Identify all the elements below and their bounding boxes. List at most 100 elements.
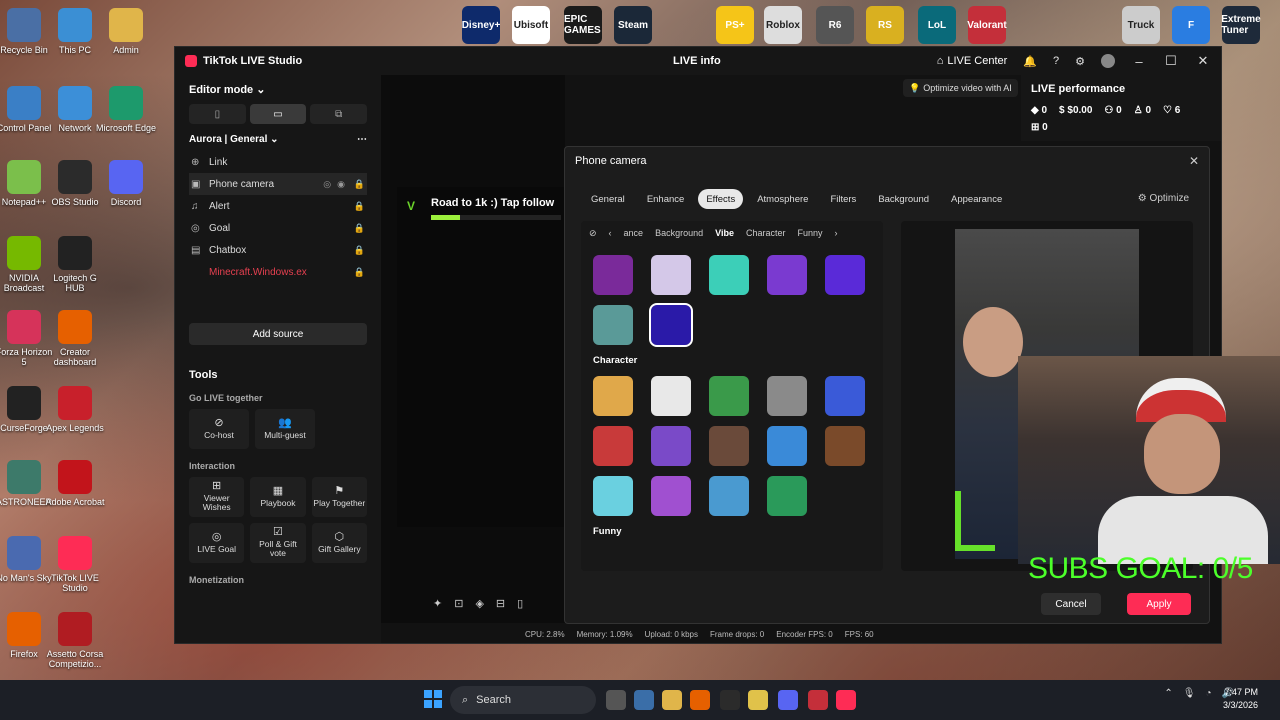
apply-button[interactable]: Apply <box>1127 593 1191 615</box>
effect-thumbnail[interactable] <box>709 426 749 466</box>
close-icon[interactable]: ✕ <box>1195 53 1211 69</box>
subtab-character[interactable]: Character <box>746 228 786 238</box>
gift-gallery-button[interactable]: ⬡ Gift Gallery <box>311 523 367 563</box>
top-app-icon[interactable]: Extreme Tuner <box>1221 6 1261 44</box>
desktop-icon[interactable]: Admin <box>94 8 158 55</box>
tab-enhance[interactable]: Enhance <box>639 189 693 209</box>
widgets-icon[interactable] <box>634 690 654 710</box>
desktop-icon[interactable]: Adobe Acrobat <box>43 460 107 507</box>
visibility-icons[interactable]: ◎◉ <box>323 179 351 190</box>
desktop-icon[interactable]: Logitech G HUB <box>43 236 107 293</box>
subtab-background[interactable]: Background <box>655 228 703 238</box>
magic-wand-icon[interactable]: ✦ <box>433 597 442 610</box>
avatar[interactable] <box>1101 54 1115 68</box>
crop-icon[interactable]: ⊡ <box>454 597 463 610</box>
effect-thumbnail[interactable] <box>651 255 691 295</box>
desktop-icon[interactable]: Assetto Corsa Competizio... <box>43 612 107 669</box>
notepad-icon[interactable] <box>748 690 768 710</box>
lock-icon[interactable]: 🔒 <box>354 179 365 190</box>
effect-thumbnail[interactable] <box>593 255 633 295</box>
optimize-ai-tip[interactable]: 💡 Optimize video with AI <box>903 79 1018 97</box>
top-app-icon[interactable]: R6 <box>816 6 854 44</box>
clock[interactable]: 7:47 PM 3/3/2026 <box>1223 686 1258 712</box>
viewer-wishes-button[interactable]: ⊞ Viewer Wishes <box>189 477 245 517</box>
live-info-tab[interactable]: LIVE info <box>673 55 721 67</box>
poll-gift-vote-button[interactable]: ☑ Poll & Gift vote <box>250 523 306 563</box>
top-app-icon[interactable]: EPIC GAMES <box>564 6 602 44</box>
top-app-icon[interactable]: Valorant <box>967 6 1007 44</box>
effect-thumbnail[interactable] <box>593 426 633 466</box>
effect-thumbnail[interactable] <box>709 376 749 416</box>
maximize-icon[interactable]: ☐ <box>1163 53 1179 69</box>
source-item-alert[interactable]: ♫ Alert 🔒 <box>189 195 367 217</box>
subtab-funny[interactable]: Funny <box>797 228 822 238</box>
tab-effects[interactable]: Effects <box>698 189 744 209</box>
effect-thumbnail[interactable] <box>767 376 807 416</box>
video-app-icon[interactable] <box>808 690 828 710</box>
windows-start-icon[interactable] <box>424 690 442 708</box>
file-explorer-icon[interactable] <box>662 690 682 710</box>
cancel-button[interactable]: Cancel <box>1041 593 1101 615</box>
portrait-mode-button[interactable]: ▯ <box>189 104 246 124</box>
effect-thumbnail[interactable] <box>593 376 633 416</box>
lock-icon[interactable]: 🔒 <box>354 267 365 278</box>
effect-thumbnail[interactable] <box>709 255 749 295</box>
add-source-button[interactable]: Add source <box>189 323 367 345</box>
source-item-chatbox[interactable]: ▤ Chatbox 🔒 <box>189 239 367 261</box>
chevron-left-icon[interactable]: ‹ <box>609 228 612 238</box>
top-app-icon[interactable]: Truck <box>1122 6 1160 44</box>
ai-icon[interactable]: ◈ <box>475 597 483 610</box>
source-item-phone-camera[interactable]: ▣ Phone camera ◎◉ 🔒 <box>189 173 367 195</box>
tab-appearance[interactable]: Appearance <box>943 189 1010 209</box>
help-icon[interactable]: ? <box>1053 55 1059 67</box>
no-effect-icon[interactable]: ⊘ <box>589 228 597 239</box>
effect-thumbnail[interactable] <box>649 303 693 347</box>
chevron-right-icon[interactable]: › <box>835 228 838 238</box>
top-app-icon[interactable]: F <box>1172 6 1210 44</box>
tab-filters[interactable]: Filters <box>822 189 864 209</box>
dual-mode-button[interactable]: ⧉ <box>310 104 368 124</box>
taskbar-search[interactable]: ⌕ Search <box>450 686 596 714</box>
desktop-icon[interactable]: Creator dashboard <box>43 310 107 367</box>
playbook-button[interactable]: ▦ Playbook <box>250 477 306 517</box>
discord-icon[interactable] <box>778 690 798 710</box>
top-app-icon[interactable]: PS+ <box>716 6 754 44</box>
lock-icon[interactable]: 🔒 <box>354 223 365 234</box>
top-app-icon[interactable]: Roblox <box>764 6 802 44</box>
effect-thumbnail[interactable] <box>825 255 865 295</box>
tab-atmosphere[interactable]: Atmosphere <box>749 189 816 209</box>
effect-thumbnail[interactable] <box>767 476 807 516</box>
subtab-vibe[interactable]: Vibe <box>715 228 734 238</box>
desktop-icon[interactable]: Discord <box>94 160 158 207</box>
live-goal-button[interactable]: ◎ LIVE Goal <box>189 523 245 563</box>
desktop-icon[interactable]: TikTok LIVE Studio <box>43 536 107 593</box>
subtab-ance[interactable]: ance <box>624 228 644 238</box>
effect-thumbnail[interactable] <box>825 426 865 466</box>
more-options-icon[interactable]: ⋯ <box>357 134 367 145</box>
phone-icon[interactable]: ▯ <box>517 597 523 610</box>
effect-thumbnail[interactable] <box>767 426 807 466</box>
wifi-icon[interactable]: ◔ <box>1206 688 1212 699</box>
source-item-minecraft[interactable]: Minecraft.Windows.ex 🔒 <box>189 261 367 283</box>
multiguest-button[interactable]: 👥 Multi-guest <box>255 409 315 449</box>
effect-thumbnail[interactable] <box>593 305 633 345</box>
top-app-icon[interactable]: LoL <box>918 6 956 44</box>
notification-bell-icon[interactable]: 🔔 <box>1023 55 1037 68</box>
top-app-icon[interactable]: Ubisoft <box>512 6 550 44</box>
source-item-link[interactable]: ⊕ Link <box>189 151 367 173</box>
effect-thumbnail[interactable] <box>651 376 691 416</box>
mic-icon[interactable]: 🎙 <box>1183 688 1196 699</box>
effect-thumbnail[interactable] <box>709 476 749 516</box>
top-app-icon[interactable]: Disney+ <box>462 6 500 44</box>
task-view-icon[interactable] <box>606 690 626 710</box>
desktop-icon[interactable]: Microsoft Edge <box>94 86 158 133</box>
desktop-icon[interactable]: Apex Legends <box>43 386 107 433</box>
chevron-up-icon[interactable]: ⌃ <box>1164 688 1172 699</box>
optimize-button[interactable]: ⚙ Optimize <box>1138 193 1189 204</box>
editor-mode-dropdown[interactable]: Editor mode ⌄ <box>189 83 367 96</box>
top-app-icon[interactable]: Steam <box>614 6 652 44</box>
live-center-button[interactable]: ⌂ LIVE Center <box>937 55 1008 67</box>
lock-icon[interactable]: 🔒 <box>354 201 365 212</box>
effect-thumbnail[interactable] <box>593 476 633 516</box>
close-icon[interactable]: ✕ <box>1189 154 1199 168</box>
